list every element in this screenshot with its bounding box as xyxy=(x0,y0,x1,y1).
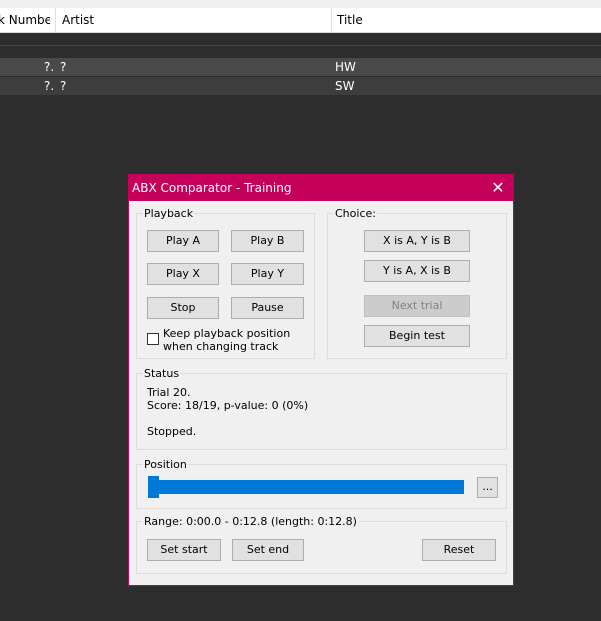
column-track-number[interactable]: k Number xyxy=(0,8,50,32)
track-artist: ? xyxy=(60,79,67,93)
column-title[interactable]: Title xyxy=(337,8,587,32)
track-title: SW xyxy=(335,79,355,93)
track-title: HW xyxy=(335,60,356,74)
y-is-a-button[interactable]: Y is A, X is B xyxy=(364,260,470,282)
track-artist: ? xyxy=(60,60,67,74)
set-end-button[interactable]: Set end xyxy=(232,539,304,561)
playlist-row[interactable]: ?. ? HW xyxy=(0,58,601,76)
keep-position-checkbox[interactable] xyxy=(147,333,159,345)
playlist-column-header: k Number Artist Title xyxy=(0,8,601,33)
set-start-button[interactable]: Set start xyxy=(147,539,221,561)
track-number: ?. xyxy=(44,60,55,74)
score-text: Score: 18/19, p-value: 0 (0%) xyxy=(147,399,309,412)
playlist-header-strip xyxy=(0,0,601,8)
x-is-a-button[interactable]: X is A, Y is B xyxy=(364,230,470,252)
track-number: ?. xyxy=(44,79,55,93)
status-group-label: Status xyxy=(143,367,181,380)
position-slider-thumb[interactable] xyxy=(148,476,159,498)
playlist-group-separator xyxy=(0,45,601,46)
play-b-button[interactable]: Play B xyxy=(231,230,304,252)
play-x-button[interactable]: Play X xyxy=(147,263,219,285)
position-slider-track[interactable] xyxy=(148,480,464,494)
play-a-button[interactable]: Play A xyxy=(147,230,219,252)
next-trial-button[interactable]: Next trial xyxy=(364,295,470,317)
play-y-button[interactable]: Play Y xyxy=(231,263,304,285)
playback-group-label: Playback xyxy=(143,207,195,220)
range-group-label: Range: 0:00.0 - 0:12.8 (length: 0:12.8) xyxy=(143,515,358,528)
dialog-title: ABX Comparator - Training xyxy=(132,181,292,195)
reset-button[interactable]: Reset xyxy=(422,539,496,561)
keep-position-label[interactable]: Keep playback position when changing tra… xyxy=(163,327,311,353)
begin-test-button[interactable]: Begin test xyxy=(364,325,470,347)
browse-button[interactable]: ... xyxy=(477,477,498,498)
pause-button[interactable]: Pause xyxy=(231,297,304,319)
column-artist[interactable]: Artist xyxy=(62,8,322,32)
choice-group-label: Choice: xyxy=(334,207,377,220)
close-icon[interactable]: ✕ xyxy=(483,175,513,201)
position-group-label: Position xyxy=(143,458,188,471)
column-divider[interactable] xyxy=(55,8,56,32)
playback-state-text: Stopped. xyxy=(147,425,197,438)
stop-button[interactable]: Stop xyxy=(147,297,219,319)
trial-text: Trial 20. xyxy=(147,386,191,399)
column-divider[interactable] xyxy=(331,8,332,32)
dialog-titlebar[interactable]: ABX Comparator - Training ✕ xyxy=(129,175,513,201)
playlist-row[interactable]: ?. ? SW xyxy=(0,77,601,95)
